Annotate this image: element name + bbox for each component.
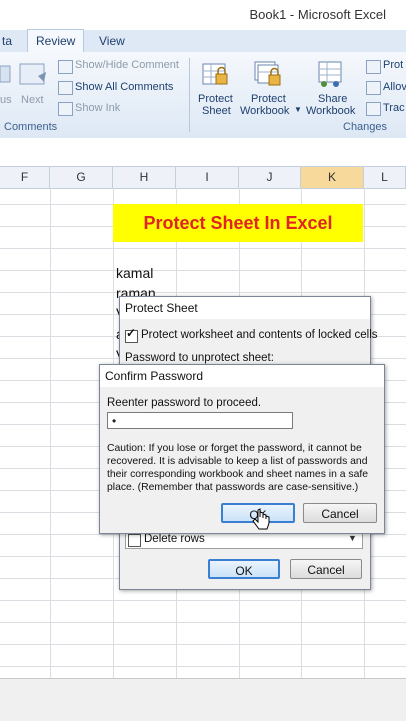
tab-view[interactable]: View [91,30,133,52]
unprotect-password-label: Password to unprotect sheet: [125,352,274,364]
lock-workbook-icon [254,61,281,86]
protect-sheet-banner: Protect Sheet In Excel [113,204,363,242]
sheet-tabs-bar [0,678,406,721]
formula-bar-area [0,138,406,166]
column-header-g[interactable]: G [50,167,113,188]
track-changes-button[interactable]: Trac [383,102,405,114]
caution-line-2: recovered. It is advisable to keep a lis… [107,456,368,467]
share-workbook-label-2[interactable]: Workbook [306,105,355,117]
scroll-down-icon[interactable]: ▼ [348,533,357,543]
protect-sheet-label-2[interactable]: Sheet [202,105,231,117]
grid-line [0,270,406,271]
comment-icon [0,63,46,85]
protect-sheet-dialog-title: Protect Sheet [120,297,370,319]
tab-data[interactable]: ta [0,30,20,52]
show-all-comments-icon [58,81,73,95]
cursor-pointer-icon [252,508,270,530]
track-changes-icon [366,102,381,116]
protect-workbook-label-1[interactable]: Protect [251,93,286,105]
checkmark-icon: ✓ [126,326,137,340]
show-hide-comment-icon [58,60,73,74]
allow-users-icon [366,81,381,95]
ribbon-separator [189,58,190,132]
column-headers: F G H I J K L [0,166,406,189]
window-title: Book1 - Microsoft Excel [249,7,386,22]
grid-line [0,600,406,601]
protect-workbook-dropdown-icon[interactable]: ▼ [294,105,302,114]
previous-comment-button[interactable]: us [0,94,12,106]
cell-h-kamal[interactable]: kamal [116,265,153,281]
caution-line-3: their corresponding workbook and sheet n… [107,469,369,480]
column-header-h[interactable]: H [113,167,176,188]
grid-line [0,666,406,667]
protect-and-share-button[interactable]: Prot [383,59,403,71]
share-workbook-label-1[interactable]: Share [318,93,347,105]
grid-line [0,644,406,645]
confirm-password-input[interactable]: • [107,412,293,429]
confirm-cancel-button[interactable]: Cancel [303,503,377,523]
protect-sheet-label-1[interactable]: Protect [198,93,233,105]
protect-and-share-icon [366,60,381,74]
grid-line [0,248,406,249]
confirm-password-dialog-title: Confirm Password [100,365,384,387]
next-comment-button[interactable]: Next [21,94,44,106]
grid-line [50,188,51,678]
column-header-k[interactable]: K [301,167,364,188]
grid-line [0,292,406,293]
protect-worksheet-label: Protect worksheet and contents of locked… [141,329,378,341]
grid-line [0,622,406,623]
column-header-j[interactable]: J [239,167,301,188]
ribbon-tab-row: ta Review View [0,29,406,54]
column-header-f[interactable]: F [0,167,50,188]
tab-review[interactable]: Review [27,29,85,54]
show-ink-icon [58,102,73,116]
share-workbook-icon [318,61,342,87]
caution-line-1: Caution: If you lose or forget the passw… [107,443,362,454]
changes-group-label: Changes [343,121,388,133]
delete-rows-checkbox[interactable] [128,534,141,547]
confirm-password-dialog: Confirm Password Reenter password to pro… [99,364,385,534]
caution-line-4: place. (Remember that passwords are case… [107,482,359,493]
column-header-l[interactable]: L [364,167,406,188]
lock-sheet-icon [202,63,228,85]
column-header-i[interactable]: I [176,167,239,188]
protect-ok-button[interactable]: OK [208,559,280,579]
protect-workbook-label-2[interactable]: Workbook [240,105,289,117]
comments-group-label: Comments [4,121,58,133]
title-bar: Book1 - Microsoft Excel [0,0,406,30]
show-hide-comment-button[interactable]: Show/Hide Comment [75,59,179,71]
allow-users-button[interactable]: Allov [383,81,406,93]
reenter-password-label: Reenter password to proceed. [107,397,262,409]
show-all-comments-button[interactable]: Show All Comments [75,81,173,93]
show-ink-button[interactable]: Show Ink [75,102,120,114]
protect-cancel-button[interactable]: Cancel [290,559,362,579]
delete-rows-label: Delete rows [144,533,205,545]
